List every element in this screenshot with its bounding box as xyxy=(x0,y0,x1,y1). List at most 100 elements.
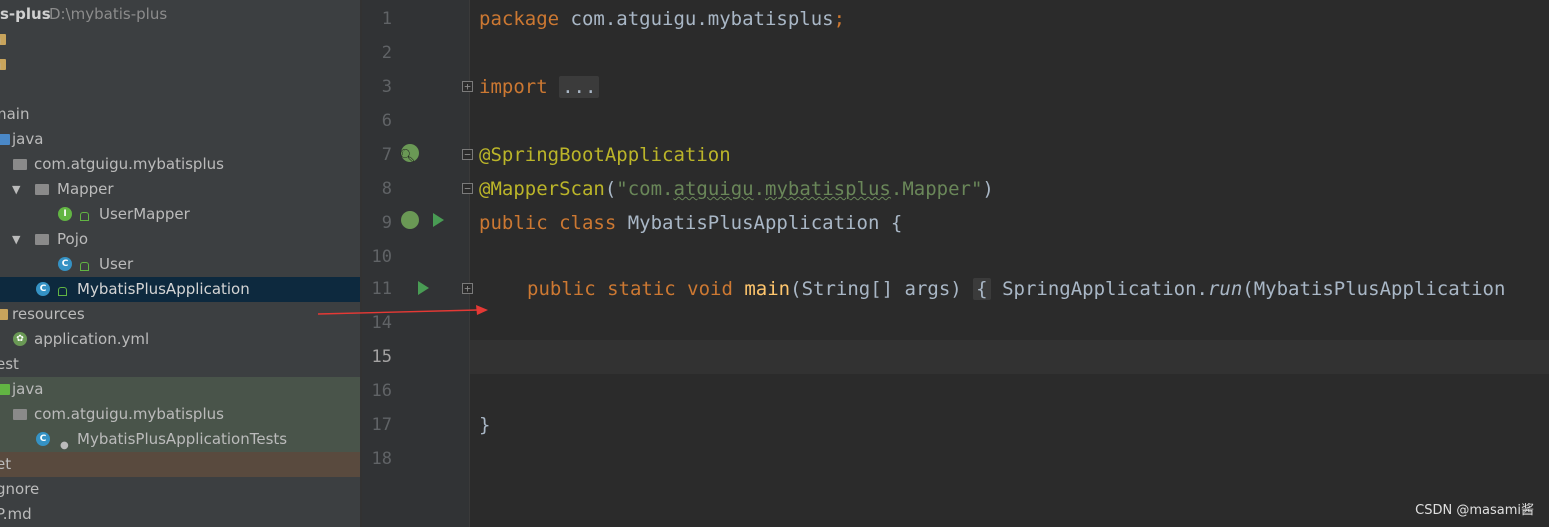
run-icon[interactable] xyxy=(433,213,444,227)
tree-row-test-java[interactable]: java xyxy=(0,377,360,402)
tree-label: et xyxy=(0,455,12,473)
search-icon: 🔍︎ xyxy=(399,149,416,164)
tree-row-yml[interactable]: ✿ application.yml xyxy=(0,327,360,352)
tree-row-test[interactable]: est xyxy=(0,352,360,377)
tree-label: com.atguigu.mybatisplus xyxy=(34,155,224,173)
project-root-path: D:\mybatis-plus xyxy=(49,5,168,23)
keyword: public class xyxy=(479,212,617,234)
folded-imports[interactable]: ... xyxy=(559,76,600,98)
fold-expand-icon[interactable]: + xyxy=(462,81,473,92)
string: "com. xyxy=(616,178,674,200)
tree-label: Mapper xyxy=(57,180,114,198)
source-folder-icon xyxy=(0,134,10,145)
tree-label: n xyxy=(0,27,2,52)
paren: ( xyxy=(604,178,617,200)
tree-label: MybatisPlusApplication xyxy=(77,280,250,298)
tree-root-row[interactable]: s-plus D:\mybatis-plus xyxy=(0,2,360,27)
tree-row-tests-class[interactable]: C ● MybatisPlusApplicationTests xyxy=(0,427,360,452)
package-icon xyxy=(13,159,27,170)
tree-row-main[interactable]: main xyxy=(0,102,360,127)
test-folder-icon xyxy=(0,384,10,395)
string: .Mapper" xyxy=(890,178,983,200)
tree-row-java[interactable]: java xyxy=(0,127,360,152)
caret-row-highlight xyxy=(470,340,1549,374)
code-line-8[interactable]: @MapperScan("com.atguigu.mybatisplus.Map… xyxy=(479,172,994,206)
keyword: package xyxy=(479,8,560,30)
tree-row-mvn[interactable]: n xyxy=(0,52,360,77)
code-line-9[interactable]: public class MybatisPlusApplication { xyxy=(479,206,902,240)
code-line-1[interactable]: package com.atguigu.mybatisplus; xyxy=(479,2,845,36)
line-number-current: 15 xyxy=(371,347,392,367)
code-line-11[interactable]: public static void main(String[] args) {… xyxy=(527,272,1505,306)
line-number: 17 xyxy=(371,415,392,435)
tree-row-resources[interactable]: resources xyxy=(0,302,360,327)
spring-bean-icon[interactable] xyxy=(401,211,419,229)
tree-label: UserMapper xyxy=(99,205,190,223)
method-args: (String[] args) xyxy=(790,278,962,300)
spring-config-icon: ✿ xyxy=(13,332,27,346)
code-line-3[interactable]: import ... xyxy=(479,70,600,104)
line-number: 18 xyxy=(371,449,392,469)
test-class-icon: C xyxy=(36,432,50,446)
fold-expand-icon[interactable]: + xyxy=(462,283,473,294)
call: SpringApplication. xyxy=(990,278,1208,300)
tree-row-src[interactable] xyxy=(0,77,360,102)
package-name: com.atguigu.mybatisplus xyxy=(559,8,834,30)
tree-row-gitignore-target[interactable]: et xyxy=(0,452,360,477)
lock-icon xyxy=(80,212,89,221)
annotation: @MapperScan xyxy=(479,178,605,200)
tree-label: User xyxy=(99,255,134,273)
tree-row-idea[interactable]: n xyxy=(0,27,360,52)
tree-label: application.yml xyxy=(34,330,150,348)
line-number: 8 xyxy=(381,179,392,199)
watermark: CSDN @masami酱 xyxy=(1415,503,1534,518)
package-icon xyxy=(13,409,27,420)
fold-collapse-icon[interactable]: − xyxy=(462,149,473,160)
tree-row-pojo[interactable]: ▼ Pojo xyxy=(0,227,360,252)
tree-row-test-package[interactable]: com.atguigu.mybatisplus xyxy=(0,402,360,427)
tree-label: java xyxy=(12,130,44,148)
tree-label: MybatisPlusApplicationTests xyxy=(77,430,288,448)
tree-row-package[interactable]: com.atguigu.mybatisplus xyxy=(0,152,360,177)
tree-label: main xyxy=(0,105,30,123)
line-number: 2 xyxy=(381,43,392,63)
line-number: 6 xyxy=(381,111,392,131)
string: . xyxy=(753,178,766,200)
tree-label: resources xyxy=(12,305,85,323)
class-declaration: MybatisPlusApplication { xyxy=(616,212,903,234)
line-number: 7 xyxy=(381,145,392,165)
run-icon[interactable] xyxy=(418,281,429,295)
folded-body[interactable]: { xyxy=(973,278,991,300)
project-root-name: s-plus xyxy=(0,5,51,23)
expand-arrow-icon[interactable]: ▼ xyxy=(12,227,20,252)
code-line-17[interactable]: } xyxy=(479,408,490,442)
line-number: 10 xyxy=(371,247,392,267)
tree-row-usermapper[interactable]: I UserMapper xyxy=(0,202,360,227)
line-number: 16 xyxy=(371,381,392,401)
tree-row-mapper[interactable]: ▼ Mapper xyxy=(0,177,360,202)
line-number: 9 xyxy=(381,213,392,233)
lock-icon xyxy=(80,262,89,271)
tree-row-user[interactable]: C User xyxy=(0,252,360,277)
tree-label: n xyxy=(0,52,2,77)
tree-label: java xyxy=(12,380,44,398)
class-icon: C xyxy=(58,257,72,271)
tree-row-readme[interactable]: P.md xyxy=(0,502,360,527)
static-call: run xyxy=(1207,278,1243,300)
tree-row-gitignore[interactable]: gnore xyxy=(0,477,360,502)
line-number: 1 xyxy=(381,9,392,29)
package-icon xyxy=(35,184,49,195)
expand-arrow-icon[interactable]: ▼ xyxy=(12,177,20,202)
tree-label: est xyxy=(0,355,19,373)
closing-brace: } xyxy=(479,414,491,436)
code-line-7[interactable]: @SpringBootApplication xyxy=(479,138,731,172)
tree-row-application[interactable]: C MybatisPlusApplication xyxy=(0,277,360,302)
annotation: @SpringBootApplication xyxy=(479,144,731,166)
interface-icon: I xyxy=(58,207,72,221)
resources-folder-icon xyxy=(0,309,8,320)
tree-label: Pojo xyxy=(57,230,89,248)
project-tool-window: s-plus D:\mybatis-plus n n main java com… xyxy=(0,0,360,527)
line-number: 3 xyxy=(381,77,392,97)
fold-collapse-icon[interactable]: − xyxy=(462,183,473,194)
call-args: (MybatisPlusApplication xyxy=(1242,278,1506,300)
